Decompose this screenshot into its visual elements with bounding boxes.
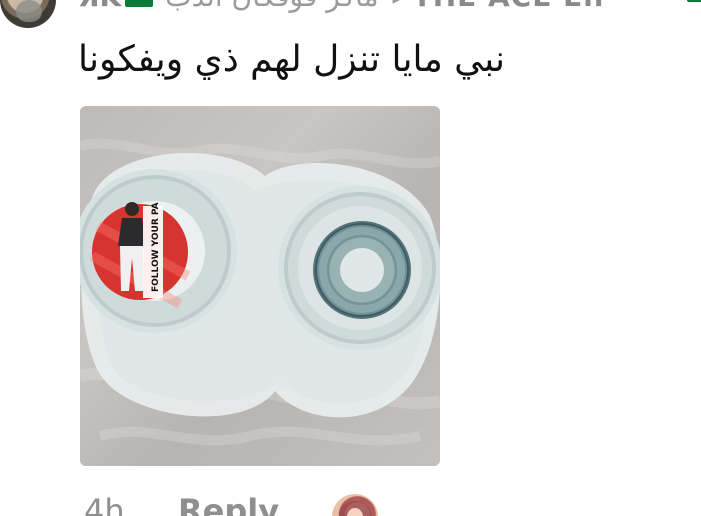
- avatar-beard: [16, 0, 42, 22]
- author-username[interactable]: ЯK: [78, 0, 121, 13]
- author-line: ЯK ماكر قوفكان الدب ▸ THE ACE Eli: [78, 0, 698, 12]
- saudi-flag-icon: [125, 0, 154, 7]
- right-well: [278, 186, 440, 350]
- reply-button[interactable]: Reply: [178, 494, 279, 516]
- author-avatar[interactable]: [0, 0, 56, 28]
- comment-photo[interactable]: FOLLOW YOUR PA: [80, 106, 440, 466]
- comment-text: نبي مايا تنزل لهم ذي ويفكونا: [78, 39, 506, 80]
- reaction-avatar[interactable]: [332, 494, 378, 516]
- saudi-flag-icon: [687, 0, 701, 2]
- comment-actions: 4h Reply: [80, 492, 701, 516]
- case-label: FOLLOW YOUR PA: [151, 202, 161, 292]
- author-display-name[interactable]: ماكر قوفكان الدب: [165, 0, 378, 13]
- left-well: FOLLOW YOUR PA: [80, 169, 237, 333]
- group-name[interactable]: THE ACE Eli: [413, 0, 605, 13]
- caret-right-icon: ▸: [393, 0, 403, 12]
- time-ago: 4h: [84, 492, 125, 516]
- comment-screen: ЯK ماكر قوفكان الدب ▸ THE ACE Eli نبي مايا …: [0, 0, 701, 516]
